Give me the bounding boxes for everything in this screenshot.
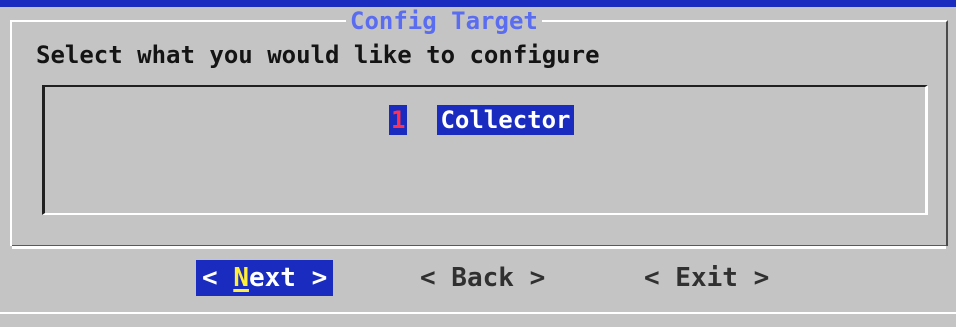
button-bar: < Next > < Back > < Exit > [0,260,956,300]
next-button-hotkey: N [233,263,249,293]
menu-item-collector[interactable]: 1 Collector [389,104,574,136]
next-button-rest: ext [248,263,296,293]
exit-button[interactable]: < Exit > [644,260,769,296]
menu-item-label: Collector [437,105,574,135]
next-button-close: > [295,263,328,293]
menu-item-key: 1 [389,105,408,135]
back-button[interactable]: < Back > [420,260,545,296]
dialog-prompt: Select what you would like to configure [36,41,600,69]
bottom-border [0,312,956,314]
top-border-stripe [0,0,956,7]
next-button-open: < [202,263,234,293]
button-separator [12,245,946,249]
dialog-title: Config Target [346,8,542,34]
next-button[interactable]: < Next > [196,260,334,296]
